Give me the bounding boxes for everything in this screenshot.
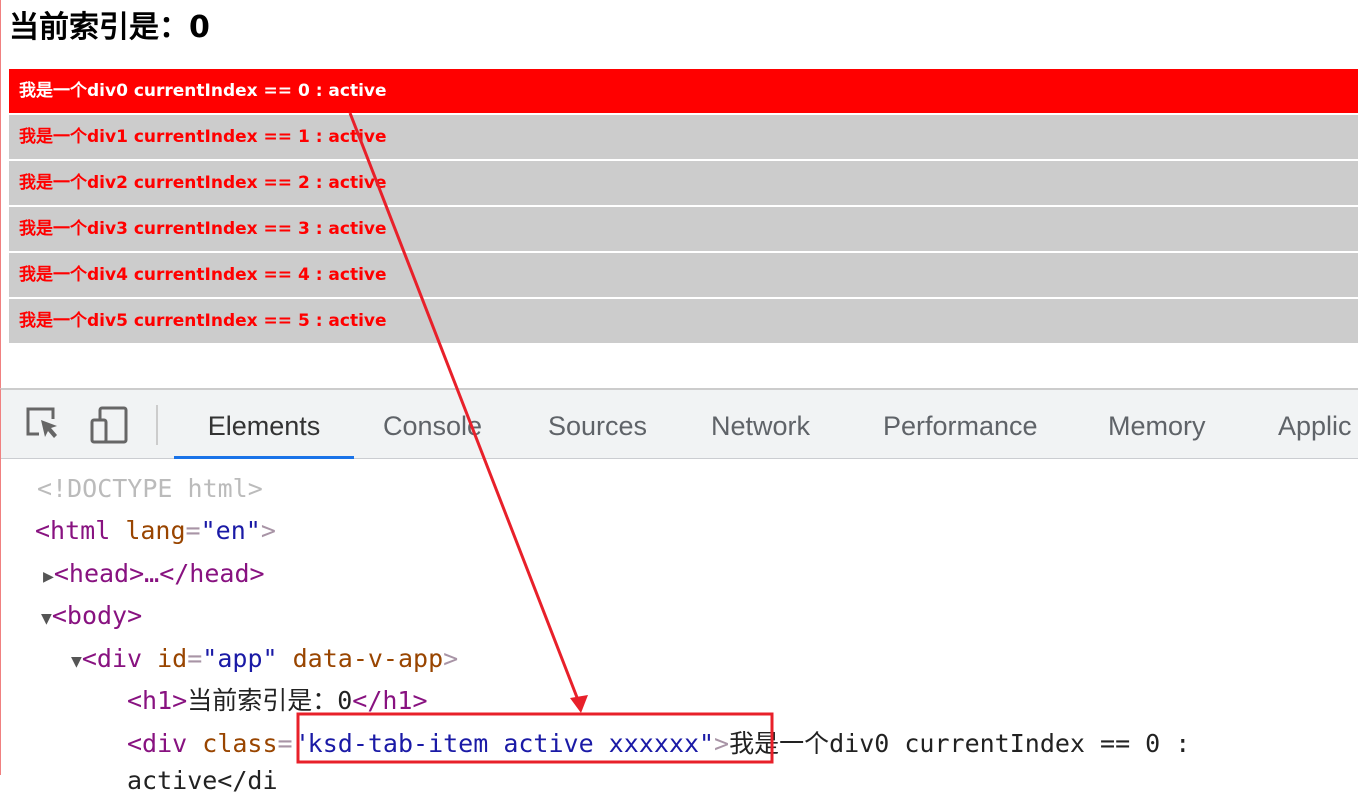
device-toolbar-icon[interactable] — [90, 406, 128, 444]
expand-triangle-icon[interactable]: ▶ — [43, 566, 54, 587]
attr-name: lang — [125, 516, 186, 545]
tab-network[interactable]: Network — [711, 390, 810, 459]
doctype-text: <!DOCTYPE html> — [37, 474, 263, 503]
tab-memory[interactable]: Memory — [1108, 390, 1206, 459]
dom-div-tab-item[interactable]: <div class="ksd-tab-item active xxxxxx">… — [127, 723, 1190, 765]
devtools-panel: Elements Console Sources Network Perform… — [0, 388, 1358, 795]
inspect-element-icon[interactable] — [25, 406, 63, 444]
tab-item-5[interactable]: 我是一个div5 currentIndex == 5 : active — [9, 299, 1358, 343]
tag: <div — [127, 729, 188, 758]
tab-item-list: 我是一个div0 currentIndex == 0 : active 我是一个… — [9, 69, 1358, 345]
collapse-triangle-icon[interactable]: ▼ — [71, 651, 82, 672]
attr-name: id — [157, 644, 188, 673]
tab-elements[interactable]: Elements — [174, 390, 354, 459]
collapse-triangle-icon[interactable]: ▼ — [41, 608, 52, 629]
dom-h1[interactable]: <h1>当前索引是：0</h1> — [127, 680, 428, 722]
tag: <head>…</head> — [53, 559, 265, 588]
devtools-toolbar: Elements Console Sources Network Perform… — [1, 390, 1358, 459]
tag: <html — [35, 516, 111, 545]
tab-performance[interactable]: Performance — [883, 390, 1038, 459]
tab-application[interactable]: Applic — [1278, 390, 1352, 459]
tab-item-3[interactable]: 我是一个div3 currentIndex == 3 : active — [9, 207, 1358, 251]
tag: <div — [81, 644, 143, 673]
rendered-page: 当前索引是：0 我是一个div0 currentIndex == 0 : act… — [0, 0, 1358, 388]
tag: <h1> — [127, 686, 188, 715]
attr-value: "app" — [202, 644, 278, 673]
dom-continuation: active</di — [127, 760, 278, 802]
tag: </h1> — [352, 686, 428, 715]
attr-name: class — [202, 729, 278, 758]
tab-item-0[interactable]: 我是一个div0 currentIndex == 0 : active — [9, 69, 1358, 113]
attr-value: "ksd-tab-item active xxxxxx" — [292, 729, 715, 758]
dom-doctype[interactable]: <!DOCTYPE html> — [37, 468, 263, 510]
dom-head[interactable]: ▶<head>…</head> — [43, 553, 265, 595]
dom-div-app[interactable]: ▼<div id="app" data-v-app> — [71, 638, 458, 680]
dom-body[interactable]: ▼<body> — [41, 595, 142, 637]
text-node: 当前索引是：0 — [187, 686, 353, 715]
toolbar-divider — [156, 405, 158, 445]
tab-sources[interactable]: Sources — [548, 390, 647, 459]
page-heading: 当前索引是：0 — [9, 10, 210, 45]
attr-value: "en" — [200, 516, 261, 545]
tab-console[interactable]: Console — [383, 390, 482, 459]
dom-html[interactable]: <html lang="en"> — [35, 510, 276, 552]
tab-item-2[interactable]: 我是一个div2 currentIndex == 2 : active — [9, 161, 1358, 205]
attr-name: data-v-app — [292, 644, 444, 673]
text-node: active</di — [127, 766, 278, 795]
tab-item-1[interactable]: 我是一个div1 currentIndex == 1 : active — [9, 115, 1358, 159]
tab-item-4[interactable]: 我是一个div4 currentIndex == 4 : active — [9, 253, 1358, 297]
tag: <body> — [51, 601, 143, 630]
text-node: 我是一个div0 currentIndex == 0 : — [729, 729, 1191, 758]
